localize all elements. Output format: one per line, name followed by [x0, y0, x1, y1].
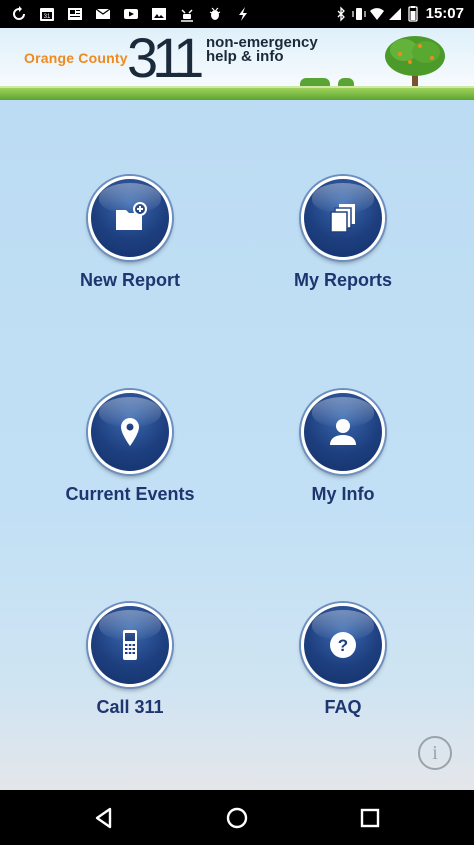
info-button[interactable]: i	[418, 736, 452, 770]
my-info-circle[interactable]	[301, 390, 385, 474]
documents-icon	[330, 204, 355, 233]
navigation-bar	[0, 790, 474, 845]
android-debug-icon	[178, 6, 196, 22]
tagline-line2: help & info	[206, 48, 284, 65]
brand-prefix: Orange County	[24, 50, 128, 66]
header-banner: Orange County 311 non-emergency help & i…	[0, 28, 474, 100]
call-311-button[interactable]: Call 311	[30, 603, 230, 718]
main-menu: New Report My Reports Current Events My …	[0, 100, 474, 790]
current-events-button[interactable]: Current Events	[30, 390, 230, 505]
person-icon	[330, 419, 356, 445]
bolt-icon	[234, 6, 252, 22]
new-report-button[interactable]: New Report	[30, 176, 230, 291]
news-icon	[66, 6, 84, 22]
status-bar: 31 15:07	[0, 0, 474, 28]
calendar-icon: 31	[38, 6, 56, 22]
question-icon: ?	[330, 632, 356, 658]
phone-icon	[123, 630, 137, 660]
map-pin-icon	[121, 418, 139, 446]
faq-circle[interactable]: ?	[301, 603, 385, 687]
my-reports-label: My Reports	[293, 270, 392, 290]
call-311-label: Call 311	[96, 697, 164, 717]
image-icon	[150, 6, 168, 22]
sync-icon	[10, 6, 28, 22]
back-icon[interactable]	[90, 804, 118, 832]
grass-strip	[0, 88, 474, 100]
video-icon	[122, 6, 140, 22]
home-icon[interactable]	[223, 804, 251, 832]
brand-number: 311	[127, 28, 204, 89]
bug-icon	[206, 6, 224, 22]
my-reports-button[interactable]: My Reports	[243, 176, 443, 291]
battery-icon	[404, 6, 422, 22]
current-events-circle[interactable]	[88, 390, 172, 474]
brand-tagline: non-emergency help & info	[206, 35, 318, 65]
new-report-circle[interactable]	[88, 176, 172, 260]
faq-button[interactable]: ? FAQ	[243, 603, 443, 718]
faq-label: FAQ	[324, 697, 362, 717]
bluetooth-icon	[332, 6, 350, 22]
svg-text:?: ?	[338, 636, 348, 655]
svg-text:31: 31	[44, 14, 51, 20]
wifi-icon	[368, 6, 386, 22]
call-311-circle[interactable]	[88, 603, 172, 687]
recents-icon[interactable]	[356, 804, 384, 832]
signal-icon	[386, 6, 404, 22]
my-reports-circle[interactable]	[301, 176, 385, 260]
mail-icon	[94, 6, 112, 22]
my-info-label: My Info	[311, 484, 375, 504]
vibrate-icon	[350, 6, 368, 22]
tree-illustration	[385, 36, 445, 86]
current-events-label: Current Events	[65, 484, 195, 504]
my-info-button[interactable]: My Info	[243, 390, 443, 505]
new-folder-icon	[116, 202, 147, 230]
new-report-label: New Report	[79, 270, 180, 290]
status-time: 15:07	[425, 5, 464, 22]
